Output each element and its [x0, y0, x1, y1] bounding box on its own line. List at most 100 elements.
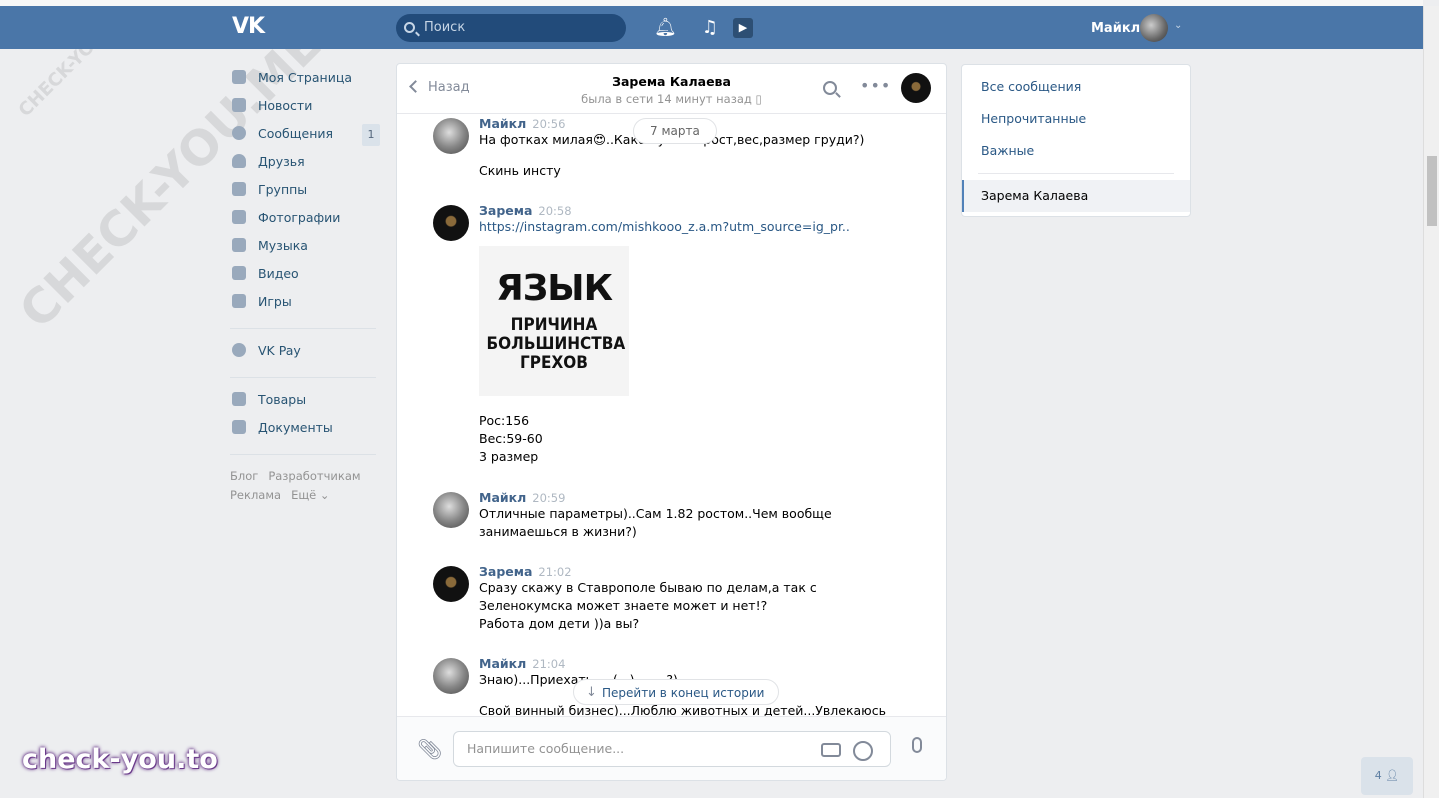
footer-link-blog[interactable]: Блог [230, 469, 258, 483]
image-text-body: ПРИЧИНА БОЛЬШИНСТВА ГРЕХОВ [487, 316, 626, 373]
message-author[interactable]: Майкл [479, 656, 526, 671]
arrow-down-icon: ↓ [586, 685, 597, 700]
avatar[interactable] [433, 566, 469, 602]
image-text-line: ГРЕХОВ [520, 353, 588, 373]
message-history[interactable]: Майкл20:56 На фотках милая😍..Какой у теб… [397, 115, 946, 719]
search-placeholder: Поиск [424, 20, 466, 35]
paperclip-icon[interactable]: 📎︎ [417, 737, 442, 761]
avatar[interactable] [433, 118, 469, 154]
user-avatar[interactable] [1140, 14, 1168, 42]
jump-to-end-label: Перейти в конец истории [602, 686, 765, 700]
news-icon [232, 98, 246, 112]
sidebar-item-label: VK Pay [258, 343, 301, 358]
image-text-title: ЯЗЫК [495, 268, 613, 309]
message: Зарема 20:58 https://instagram.com/mishko… [433, 203, 913, 466]
sidebar-item-messages[interactable]: Сообщения 1 [230, 124, 380, 152]
divider [230, 377, 376, 378]
sidebar-item-label: Товары [258, 392, 307, 407]
message-text: Рос:156 [479, 413, 530, 428]
friends-icon [232, 154, 246, 168]
sidebar-item-friends[interactable]: Друзья [230, 152, 380, 180]
top-header: VK Поиск 🔔︎ ♫ ▶ Майкл ⌄ [0, 0, 1423, 49]
message-time[interactable]: 21:04 [532, 657, 565, 671]
chat-panel: Назад Зарема Калаева была в сети 14 мину… [396, 63, 947, 781]
compose-bar: 📎︎ Напишите сообщение... [397, 716, 946, 780]
video-icon[interactable]: ▶ [733, 18, 753, 38]
attached-image[interactable]: ЯЗЫК ПРИЧИНА БОЛЬШИНСТВА ГРЕХОВ [479, 246, 629, 396]
user-name[interactable]: Майкл [1091, 21, 1140, 36]
message-author[interactable]: Зарема [479, 203, 532, 218]
footer-link-developers[interactable]: Разработчикам [268, 469, 360, 483]
messages-icon [232, 126, 246, 140]
bell-icon[interactable]: 🔔︎ [654, 18, 677, 38]
avatar[interactable] [433, 492, 469, 528]
divider [978, 173, 1174, 174]
message-text: Зеленокумска может знаете может и нет!? [479, 598, 768, 613]
message: Майкл 20:59 Отличные параметры)..Сам 1.82… [433, 490, 913, 541]
sidebar-item-news[interactable]: Новости [230, 96, 380, 124]
message-time[interactable]: 20:56 [532, 117, 565, 131]
music-icon[interactable]: ♫ [700, 18, 720, 38]
search-input[interactable]: Поиск [396, 14, 626, 42]
chevron-down-icon[interactable]: ⌄ [1174, 20, 1182, 31]
sidebar-item-label: Новости [258, 98, 313, 113]
sidebar-item-label: Группы [258, 182, 308, 197]
left-sidebar: Моя Страница Новости Сообщения 1 Друзья Г… [230, 68, 380, 505]
emoji-icon[interactable] [853, 741, 873, 761]
sidebar-item-photos[interactable]: Фотографии [230, 208, 380, 236]
sidebar-item-groups[interactable]: Группы [230, 180, 380, 208]
video-icon [232, 266, 246, 280]
camera-icon [232, 210, 246, 224]
online-friends-button[interactable]: 4 👤︎ [1361, 757, 1413, 795]
message-author[interactable]: Зарема [479, 564, 532, 579]
camera-icon[interactable] [821, 743, 841, 757]
message-time[interactable]: 20:58 [538, 204, 571, 218]
microphone-icon[interactable] [912, 737, 922, 753]
sidebar-item-games[interactable]: Игры [230, 292, 380, 320]
sidebar-item-vkpay[interactable]: VK Pay [230, 341, 380, 369]
sidebar-item-label: Игры [258, 294, 292, 309]
message-text: Сразу скажу в Ставрополе бываю по делам,… [479, 580, 817, 595]
avatar[interactable] [433, 205, 469, 241]
more-icon[interactable]: ••• [860, 76, 891, 95]
sidebar-item-label: Моя Страница [258, 70, 352, 85]
sidebar-item-music[interactable]: Музыка [230, 236, 380, 264]
search-icon[interactable] [823, 81, 837, 95]
message-time[interactable]: 21:02 [538, 565, 571, 579]
footer-links: Блог Разработчикам Реклама Ещё ⌄ [230, 467, 380, 505]
message-author[interactable]: Майкл [479, 116, 526, 131]
sidebar-item-video[interactable]: Видео [230, 264, 380, 292]
avatar[interactable] [433, 658, 469, 694]
instagram-link[interactable]: https://instagram.com/mishkooo_z.a.m?utm… [479, 218, 913, 236]
filter-important[interactable]: Важные [962, 135, 1190, 167]
footer-link-ads[interactable]: Реклама [230, 488, 281, 502]
message-author[interactable]: Майкл [479, 490, 526, 505]
message-text: Скинь инсту [479, 163, 561, 178]
peer-avatar[interactable] [901, 73, 931, 103]
sidebar-item-my-page[interactable]: Моя Страница [230, 68, 380, 96]
home-icon [232, 70, 246, 84]
page-scrollbar[interactable] [1423, 6, 1439, 798]
active-chat-item[interactable]: Зарема Калаева [962, 180, 1190, 212]
message-time[interactable]: 20:59 [532, 491, 565, 505]
peer-status-text: была в сети 14 минут назад [581, 92, 752, 106]
groups-icon [232, 182, 246, 196]
filter-all-messages[interactable]: Все сообщения [962, 71, 1190, 103]
scrollbar-thumb[interactable] [1427, 156, 1437, 226]
sidebar-item-goods[interactable]: Товары [230, 390, 380, 418]
search-icon [404, 22, 415, 33]
sidebar-item-documents[interactable]: Документы [230, 418, 380, 446]
filter-unread[interactable]: Непрочитанные [962, 103, 1190, 135]
vk-logo[interactable]: VK [232, 14, 265, 39]
message-text: Работа дом дети ))а вы? [479, 616, 640, 631]
chat-header: Назад Зарема Калаева была в сети 14 мину… [397, 64, 946, 114]
games-icon [232, 294, 246, 308]
filters-panel: Все сообщения Непрочитанные Важные Зарем… [961, 64, 1191, 217]
footer-link-more[interactable]: Ещё ⌄ [291, 488, 329, 502]
person-icon: 👤︎ [1385, 769, 1400, 782]
message-text: 3 размер [479, 449, 539, 464]
jump-to-end-button[interactable]: ↓ Перейти в конец истории [573, 679, 780, 705]
bag-icon [232, 392, 246, 406]
mobile-icon: ▯ [755, 92, 762, 106]
sidebar-item-label: Документы [258, 420, 333, 435]
